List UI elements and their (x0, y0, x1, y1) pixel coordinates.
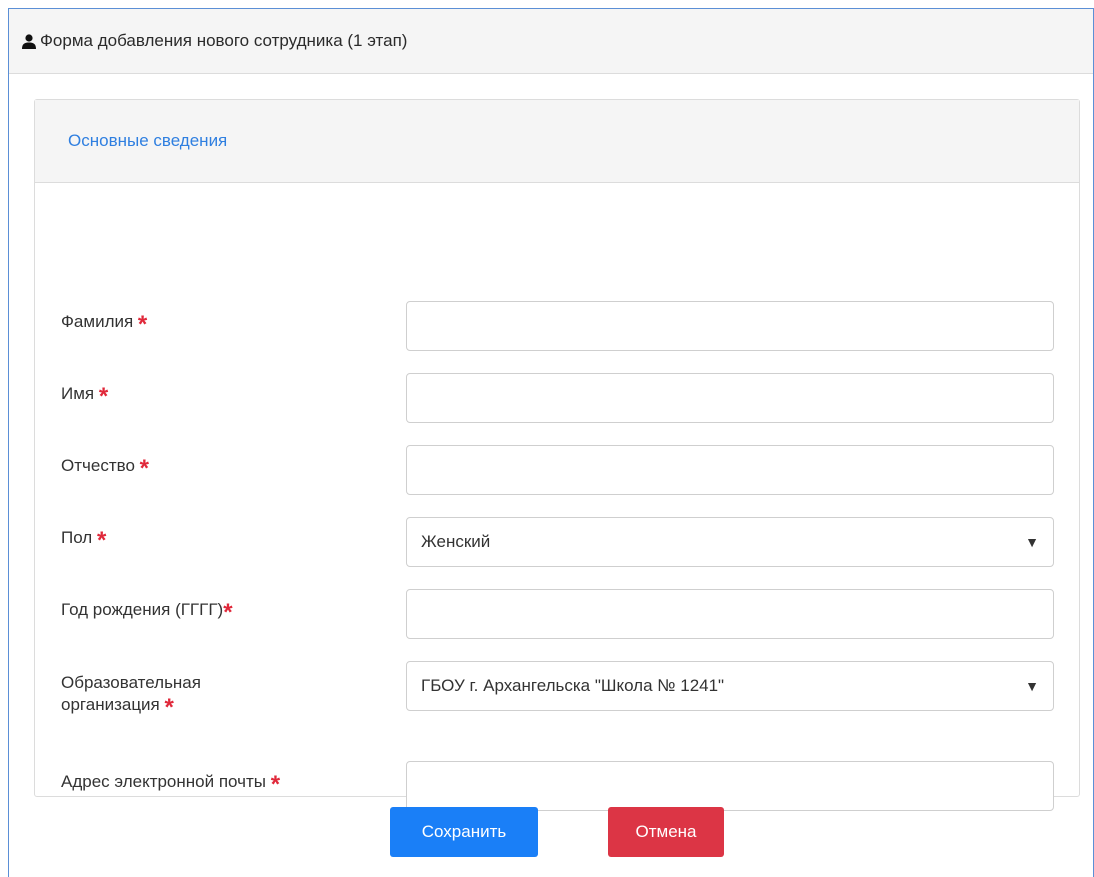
patronymic-label: Отчество * (61, 455, 149, 482)
form-window: Форма добавления нового сотрудника (1 эт… (8, 8, 1094, 877)
patronymic-input[interactable] (406, 445, 1054, 495)
window-title: Форма добавления нового сотрудника (1 эт… (40, 31, 408, 50)
gender-select-value: Женский (421, 532, 491, 551)
lastname-label: Фамилия * (61, 311, 148, 338)
firstname-input[interactable] (406, 373, 1054, 423)
dropdown-arrow-icon: ▼ (1025, 678, 1039, 694)
card-title[interactable]: Основные сведения (68, 131, 227, 151)
required-mark: * (96, 527, 107, 554)
required-mark: * (98, 383, 109, 410)
user-icon (22, 33, 36, 49)
lastname-input[interactable] (406, 301, 1054, 351)
main-info-card: Основные сведения Фамилия * Имя * Отчест… (34, 99, 1080, 811)
save-button[interactable]: Сохранить (390, 807, 538, 857)
required-mark: * (223, 599, 233, 626)
organization-select[interactable]: ГБОУ г. Архангельска "Школа № 1241" ▼ (406, 661, 1054, 711)
dropdown-arrow-icon: ▼ (1025, 534, 1039, 550)
required-mark: * (139, 455, 149, 482)
window-header: Форма добавления нового сотрудника (1 эт… (9, 9, 1093, 74)
gender-select[interactable]: Женский ▼ (406, 517, 1054, 567)
required-mark: * (270, 771, 281, 798)
organization-label: Образовательная организация * (61, 673, 201, 721)
card-header: Основные сведения (35, 100, 1079, 183)
birthyear-label: Год рождения (ГГГГ)* (61, 599, 233, 626)
firstname-label: Имя * (61, 383, 109, 410)
gender-label: Пол * (61, 527, 107, 554)
organization-select-value: ГБОУ г. Архангельска "Школа № 1241" (421, 676, 725, 695)
required-mark: * (137, 311, 148, 338)
email-input[interactable] (406, 761, 1054, 811)
cancel-button[interactable]: Отмена (608, 807, 724, 857)
email-label: Адрес электронной почты * (61, 771, 281, 798)
required-mark: * (164, 694, 174, 721)
birthyear-input[interactable] (406, 589, 1054, 639)
